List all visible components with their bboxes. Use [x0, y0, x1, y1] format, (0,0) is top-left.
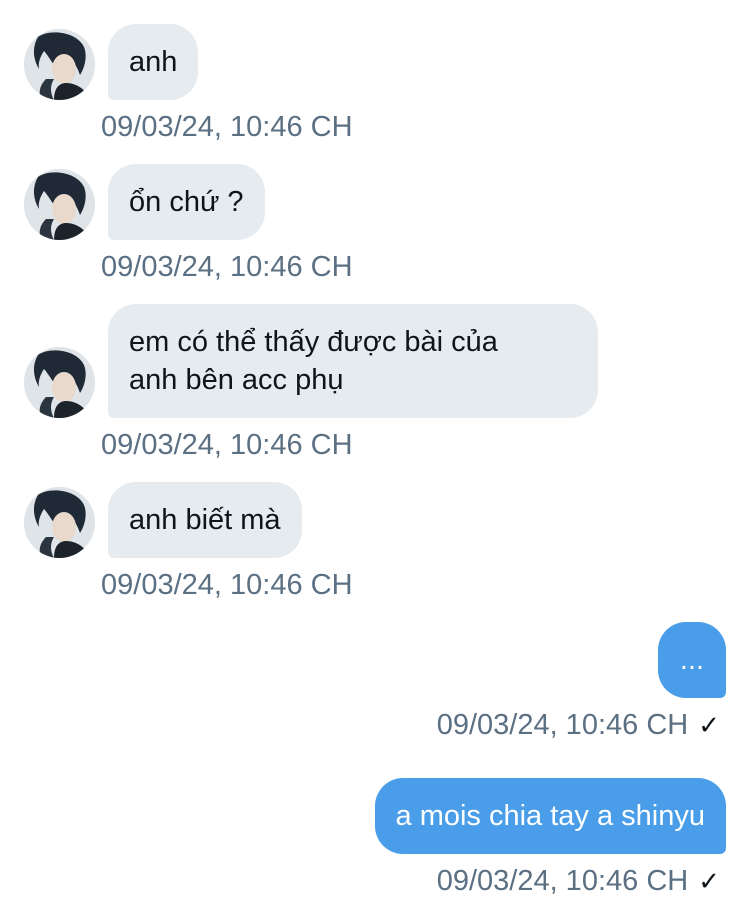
sender-avatar[interactable]: [24, 347, 95, 418]
message-bubble-outgoing[interactable]: a mois chia tay a shinyu: [374, 778, 726, 854]
message-bubble-incoming[interactable]: em có thể thấy được bài của anh bên acc …: [108, 304, 598, 418]
message-text-line: em có thể thấy được bài của: [129, 326, 498, 358]
avatar-photo-icon: [24, 347, 95, 418]
message-timestamp: 09/03/24, 10:46 CH: [436, 709, 689, 741]
message-bubble-incoming[interactable]: ổn chứ ?: [108, 164, 265, 240]
message-timestamp: 09/03/24, 10:46 CH: [101, 251, 353, 283]
avatar-photo-icon: [24, 169, 95, 240]
message-timestamp: 09/03/24, 10:46 CH: [101, 569, 353, 601]
message-bubble-incoming[interactable]: anh biết mà: [108, 482, 302, 558]
message-text-line: anh bên acc phụ: [129, 364, 344, 396]
message-text: ổn chứ ?: [129, 186, 244, 218]
message-bubble-incoming[interactable]: anh: [108, 24, 199, 100]
avatar-photo-icon: [24, 487, 95, 558]
message-timestamp-outgoing: 09/03/24, 10:46 CH ✓: [437, 865, 720, 898]
avatar-photo-icon: [24, 29, 95, 100]
message-timestamp: 09/03/24, 10:46 CH: [436, 865, 689, 897]
message-text: anh: [129, 46, 178, 78]
message-text: a mois chia tay a shinyu: [395, 800, 705, 832]
checkmark-icon: ✓: [698, 710, 720, 740]
message-bubble-outgoing[interactable]: ...: [658, 622, 726, 698]
message-text: ...: [679, 644, 705, 676]
message-timestamp-outgoing: 09/03/24, 10:46 CH ✓: [437, 709, 720, 742]
message-timestamp: 09/03/24, 10:46 CH: [101, 111, 353, 143]
sender-avatar[interactable]: [24, 169, 95, 240]
message-text: anh biết mà: [129, 504, 281, 536]
checkmark-icon: ✓: [698, 866, 720, 896]
sender-avatar[interactable]: [24, 487, 95, 558]
sender-avatar[interactable]: [24, 29, 95, 100]
message-timestamp: 09/03/24, 10:46 CH: [101, 429, 353, 461]
